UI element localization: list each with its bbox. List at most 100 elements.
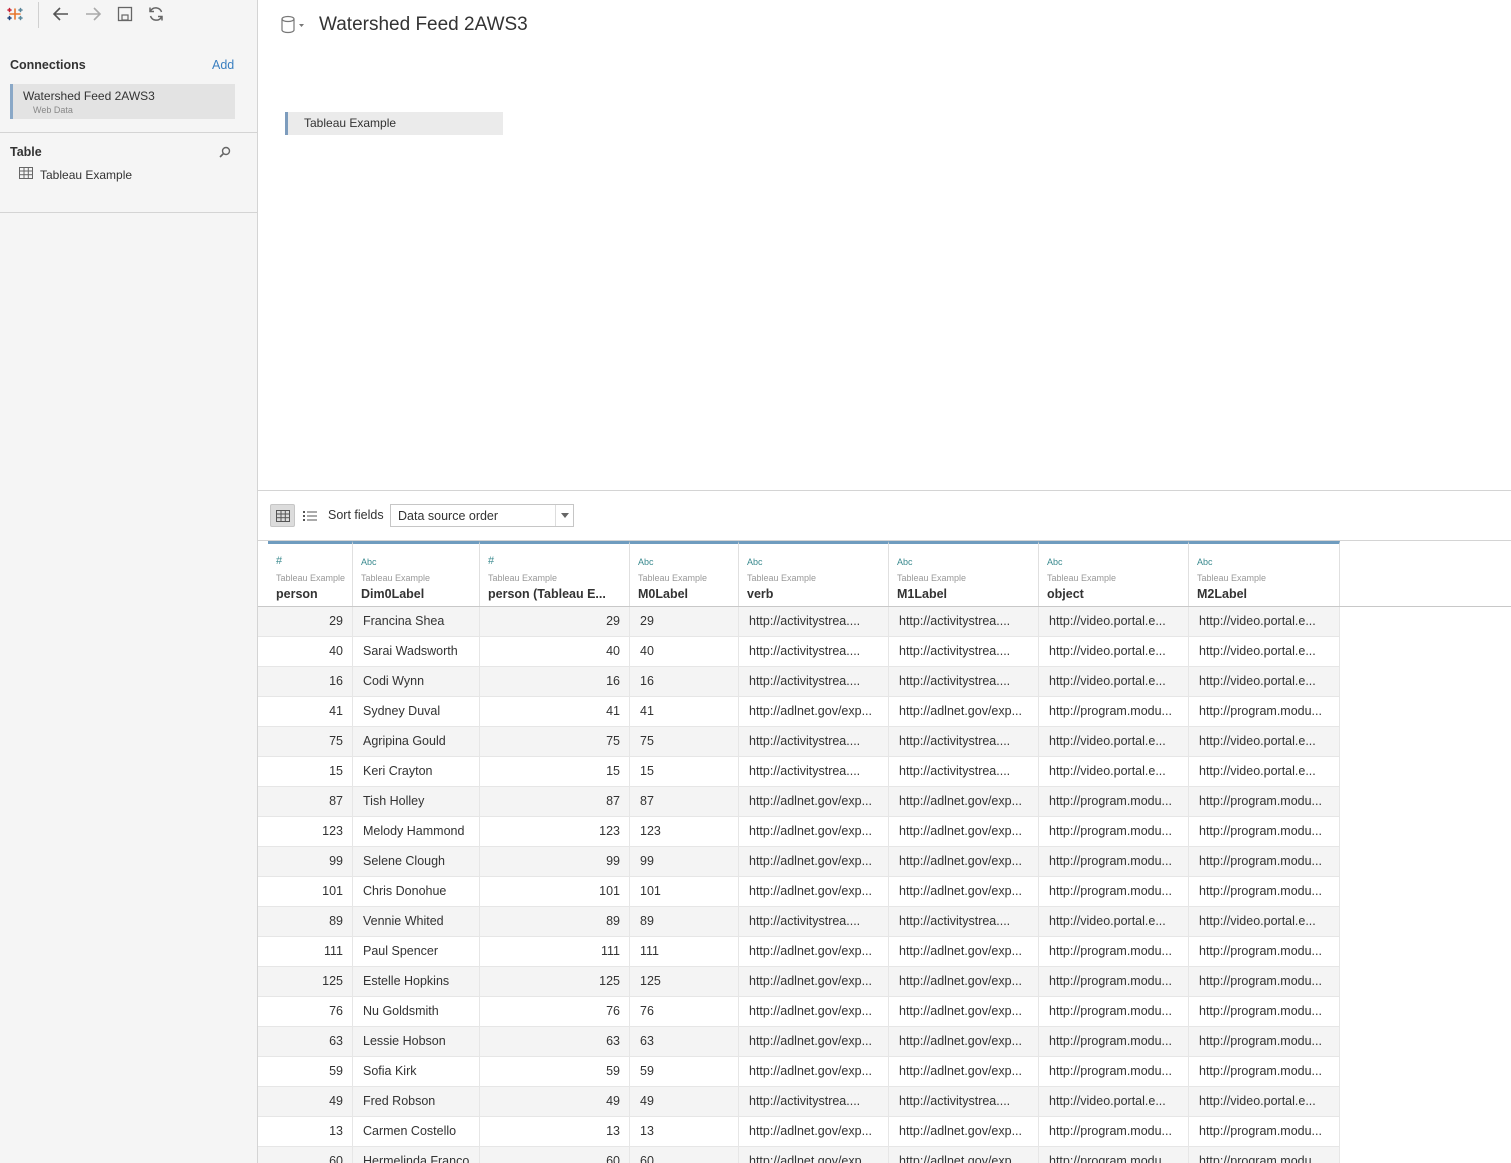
table-cell[interactable]: 101 <box>630 877 739 906</box>
table-cell[interactable]: 49 <box>480 1087 630 1116</box>
table-cell[interactable]: http://activitystrea.... <box>739 757 889 786</box>
table-cell[interactable]: 41 <box>630 697 739 726</box>
table-cell[interactable]: 99 <box>268 847 353 876</box>
number-type-icon[interactable]: # <box>488 555 494 567</box>
table-cell[interactable]: 123 <box>480 817 630 846</box>
table-cell[interactable]: 13 <box>268 1117 353 1146</box>
table-cell[interactable]: http://video.portal.e... <box>1039 667 1189 696</box>
table-cell[interactable]: http://program.modu... <box>1039 787 1189 816</box>
table-cell[interactable]: http://program.modu... <box>1189 997 1340 1026</box>
table-cell[interactable]: http://program.modu... <box>1039 1147 1189 1163</box>
table-cell[interactable]: 123 <box>630 817 739 846</box>
table-cell[interactable]: 111 <box>268 937 353 966</box>
table-cell[interactable]: 87 <box>268 787 353 816</box>
table-cell[interactable]: 76 <box>480 997 630 1026</box>
table-cell[interactable]: 16 <box>268 667 353 696</box>
table-cell[interactable]: http://program.modu... <box>1189 937 1340 966</box>
column-name[interactable]: M2Label <box>1197 587 1334 601</box>
table-cell[interactable]: http://program.modu... <box>1189 697 1340 726</box>
table-cell[interactable]: 99 <box>630 847 739 876</box>
table-cell[interactable]: Tish Holley <box>353 787 480 816</box>
table-cell[interactable]: http://adlnet.gov/exp... <box>889 1057 1039 1086</box>
table-cell[interactable]: 63 <box>268 1027 353 1056</box>
table-row[interactable]: 111 Paul Spencer 111 111 http://adlnet.gov/e… <box>258 937 1340 967</box>
table-cell[interactable]: http://adlnet.gov/exp... <box>889 877 1039 906</box>
table-cell[interactable]: Estelle Hopkins <box>353 967 480 996</box>
column-header[interactable]: Abc Tableau Example M2Label <box>1189 541 1340 606</box>
table-cell[interactable]: 111 <box>480 937 630 966</box>
table-cell[interactable]: Sarai Wadsworth <box>353 637 480 666</box>
table-row[interactable]: 41 Sydney Duval 41 41 http://adlnet.gov/exp.… <box>258 697 1340 727</box>
string-type-icon[interactable]: Abc <box>1197 557 1213 567</box>
table-cell[interactable]: Paul Spencer <box>353 937 480 966</box>
table-cell[interactable]: 59 <box>630 1057 739 1086</box>
table-cell[interactable]: http://adlnet.gov/exp... <box>889 1147 1039 1163</box>
table-cell[interactable]: http://adlnet.gov/exp... <box>739 877 889 906</box>
table-row[interactable]: 125 Estelle Hopkins 125 125 http://adlnet.go… <box>258 967 1340 997</box>
table-cell[interactable]: http://video.portal.e... <box>1039 907 1189 936</box>
table-cell[interactable]: 49 <box>268 1087 353 1116</box>
table-cell[interactable]: http://program.modu... <box>1039 847 1189 876</box>
table-row[interactable]: 101 Chris Donohue 101 101 http://adlnet.gov/… <box>258 877 1340 907</box>
save-icon[interactable] <box>114 3 136 25</box>
table-cell[interactable]: 15 <box>268 757 353 786</box>
table-cell[interactable]: http://activitystrea.... <box>889 907 1039 936</box>
table-cell[interactable]: http://video.portal.e... <box>1189 637 1340 666</box>
table-cell[interactable]: http://adlnet.gov/exp... <box>889 967 1039 996</box>
table-cell[interactable]: 63 <box>630 1027 739 1056</box>
table-cell[interactable]: 76 <box>630 997 739 1026</box>
sort-fields-select[interactable]: Data source order <box>390 504 574 527</box>
table-cell[interactable]: 16 <box>630 667 739 696</box>
table-cell[interactable]: http://video.portal.e... <box>1039 1087 1189 1116</box>
table-cell[interactable]: 89 <box>480 907 630 936</box>
table-cell[interactable]: 75 <box>480 727 630 756</box>
table-cell[interactable]: http://adlnet.gov/exp... <box>739 937 889 966</box>
column-name[interactable]: person (Tableau E... <box>488 587 624 601</box>
table-cell[interactable]: http://video.portal.e... <box>1039 607 1189 636</box>
table-cell[interactable]: http://activitystrea.... <box>889 607 1039 636</box>
grid-view-button[interactable] <box>270 504 295 527</box>
tableau-logo-icon[interactable] <box>4 3 26 25</box>
string-type-icon[interactable]: Abc <box>897 557 913 567</box>
table-cell[interactable]: 13 <box>630 1117 739 1146</box>
table-cell[interactable]: 40 <box>480 637 630 666</box>
table-cell[interactable]: http://adlnet.gov/exp... <box>739 787 889 816</box>
column-name[interactable]: verb <box>747 587 883 601</box>
table-cell[interactable]: Carmen Costello <box>353 1117 480 1146</box>
table-cell[interactable]: http://video.portal.e... <box>1039 727 1189 756</box>
table-cell[interactable]: 59 <box>480 1057 630 1086</box>
table-cell[interactable]: 29 <box>268 607 353 636</box>
table-cell[interactable]: http://program.modu... <box>1189 1057 1340 1086</box>
table-cell[interactable]: 125 <box>480 967 630 996</box>
table-cell[interactable]: http://activitystrea.... <box>739 727 889 756</box>
table-cell[interactable]: 60 <box>268 1147 353 1163</box>
table-cell[interactable]: Codi Wynn <box>353 667 480 696</box>
table-row[interactable]: 15 Keri Crayton 15 15 http://activitystrea..… <box>258 757 1340 787</box>
table-row[interactable]: 87 Tish Holley 87 87 http://adlnet.gov/exp..… <box>258 787 1340 817</box>
table-cell[interactable]: http://activitystrea.... <box>739 1087 889 1116</box>
table-cell[interactable]: 13 <box>480 1117 630 1146</box>
table-cell[interactable]: http://adlnet.gov/exp... <box>889 997 1039 1026</box>
table-cell[interactable]: http://program.modu... <box>1189 817 1340 846</box>
chevron-down-icon[interactable] <box>555 505 573 526</box>
table-cell[interactable]: http://adlnet.gov/exp... <box>889 847 1039 876</box>
table-cell[interactable]: 75 <box>268 727 353 756</box>
table-cell[interactable]: 59 <box>268 1057 353 1086</box>
table-cell[interactable]: 111 <box>630 937 739 966</box>
table-cell[interactable]: 125 <box>268 967 353 996</box>
table-cell[interactable]: 75 <box>630 727 739 756</box>
column-header[interactable]: Abc Tableau Example M1Label <box>889 541 1039 606</box>
table-cell[interactable]: 41 <box>480 697 630 726</box>
table-cell[interactable]: Agripina Gould <box>353 727 480 756</box>
table-cell[interactable]: Selene Clough <box>353 847 480 876</box>
table-cell[interactable]: Keri Crayton <box>353 757 480 786</box>
table-cell[interactable]: http://program.modu... <box>1039 967 1189 996</box>
table-cell[interactable]: Sofia Kirk <box>353 1057 480 1086</box>
table-cell[interactable]: http://activitystrea.... <box>889 637 1039 666</box>
column-header[interactable]: # Tableau Example person <box>268 541 353 606</box>
string-type-icon[interactable]: Abc <box>1047 557 1063 567</box>
table-cell[interactable]: http://adlnet.gov/exp... <box>739 997 889 1026</box>
canvas-table-pill[interactable]: Tableau Example <box>285 112 503 135</box>
table-cell[interactable]: http://adlnet.gov/exp... <box>889 787 1039 816</box>
table-cell[interactable]: http://program.modu... <box>1039 817 1189 846</box>
